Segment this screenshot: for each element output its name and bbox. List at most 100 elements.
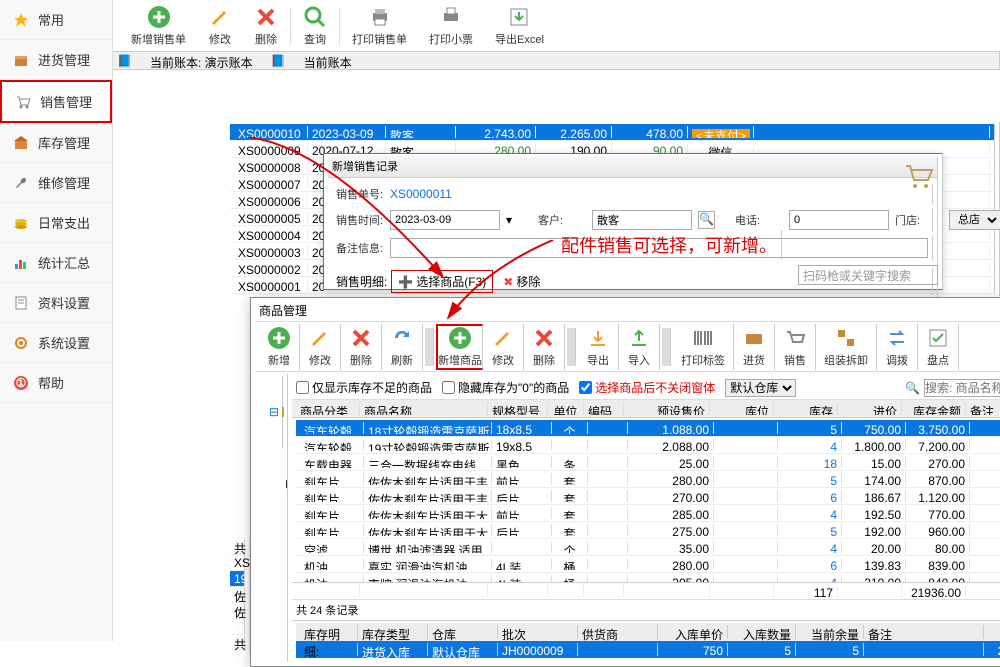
tree-item[interactable]: ⊟全部分类 (263, 376, 283, 448)
删除-button[interactable]: 删除 (524, 324, 565, 370)
edit-button[interactable]: 修改 (198, 3, 242, 49)
totals-row: 11721936.00 (292, 582, 1000, 599)
sidebar-item-sales[interactable]: 销售管理 (0, 80, 112, 123)
sidebar-item-expense[interactable]: 日常支出 (0, 203, 112, 243)
x-small-icon: ✖ (503, 275, 513, 289)
customer-label: 客户: (538, 212, 586, 228)
refresh-icon (390, 326, 414, 350)
sidebar-label: 库存管理 (38, 133, 90, 152)
plus-small-icon: ➕ (398, 275, 413, 289)
tree-item[interactable]: ⊟汽车用品 (263, 448, 288, 520)
x-icon (532, 326, 556, 350)
product-mgmt-dialog: 商品管理 — ☐ ✕ 新增修改删除刷新新增商品修改删除导出导入打印标签进货销售组… (250, 297, 1000, 667)
修改-button[interactable]: 修改 (483, 324, 524, 370)
store-label: 门店: (895, 212, 943, 228)
进货-button[interactable]: 进货 (734, 324, 775, 370)
product-row[interactable]: 空滤博世 机油滤清器 适用...个35.00420.0080.00 (296, 539, 1000, 556)
销售-button[interactable]: 销售 (775, 324, 816, 370)
chk-keepopen[interactable]: 选择商品后不关闭窗体 (579, 379, 715, 396)
product-row[interactable]: 汽车轮毂18寸轮毂锻造雷克萨斯...18x8.5个1,088.005750.00… (296, 420, 1000, 437)
product-row[interactable]: 刹车片佐佐木刹车片适用于大...前片套285.004192.50770.00 (296, 505, 1000, 522)
sidebar: 常用 进货管理 销售管理 库存管理 维修管理 日常支出 统计汇总 资料设置 系统… (0, 0, 113, 641)
export-excel-button[interactable]: 导出Excel (485, 3, 554, 49)
scan-search-input[interactable]: 扫码枪或关键字搜索 (798, 265, 938, 285)
filter-row: 仅显示库存不足的商品 隐藏库存为"0"的商品 选择商品后不关闭窗体 默认仓库 🔍… (292, 376, 1000, 400)
lookup-icon[interactable]: 🔍 (698, 211, 715, 229)
status-icon: 📘 (117, 54, 132, 67)
product-row[interactable]: 机油壳牌 润滑油汽机油4L装桶305.004210.00840.00 (296, 573, 1000, 582)
wrench-icon (12, 174, 30, 192)
box-icon (12, 51, 30, 69)
svg-text:①: ① (16, 376, 27, 390)
dialog2-titlebar: 商品管理 — ☐ ✕ (255, 300, 1000, 322)
in-icon (742, 326, 766, 350)
background-rows: 共XS19佐佐共 (226, 537, 250, 653)
chk-hidezero[interactable]: 隐藏库存为"0"的商品 (442, 379, 569, 396)
order-no-value: XS0000011 (390, 187, 452, 201)
sale-time-input[interactable] (390, 210, 500, 230)
sidebar-label: 系统设置 (38, 333, 90, 352)
stock-detail-header: 库存明细: 库存类型仓库批次供货商入库单价入库数量当前余量备注日期 (296, 623, 1000, 641)
sidebar-item-data[interactable]: 资料设置 (0, 283, 112, 323)
sale-icon (783, 326, 807, 350)
delete-button[interactable]: 删除 (244, 3, 288, 49)
sidebar-label: 维修管理 (38, 173, 90, 192)
删除-button[interactable]: 删除 (341, 324, 382, 370)
store-select[interactable]: 总店 (949, 210, 1000, 230)
plus-icon (267, 326, 291, 350)
导入-button[interactable]: 导入 (619, 324, 660, 370)
stock-detail-row[interactable]: 进货入库默认仓库JH0000009750552020-07-07 (296, 641, 1000, 658)
sidebar-item-stats[interactable]: 统计汇总 (0, 243, 112, 283)
status-version: 当前账本: 演示账本 (150, 54, 253, 67)
customer-input[interactable] (592, 210, 692, 230)
select-product-button[interactable]: ➕选择商品(F3) (391, 270, 493, 293)
sidebar-item-common[interactable]: 常用 (0, 0, 112, 40)
sidebar-item-repair[interactable]: 维修管理 (0, 163, 112, 203)
盘点-button[interactable]: 盘点 (918, 324, 959, 370)
phone-input[interactable] (789, 210, 889, 230)
search-button[interactable]: 查询 (293, 3, 337, 49)
新增商品-button[interactable]: 新增商品 (436, 324, 483, 370)
tree-item[interactable]: 汽车装饰 (263, 520, 288, 592)
remove-button[interactable]: ✖移除 (497, 271, 546, 292)
record-count: 共 24 条记录 (292, 599, 1000, 620)
print-button[interactable]: 打印销售单 (342, 3, 417, 49)
组装拆卸-button[interactable]: 组装拆卸 (816, 324, 877, 370)
sidebar-item-purchase[interactable]: 进货管理 (0, 40, 112, 80)
product-row[interactable]: 刹车片佐佐木刹车片适用于丰...前片套280.005174.00870.00 (296, 471, 1000, 488)
product-row[interactable]: 机油嘉实 润滑油汽机油4L装桶280.006139.83839.00 (296, 556, 1000, 573)
调拨-button[interactable]: 调拨 (877, 324, 918, 370)
product-search-input[interactable] (924, 379, 1000, 397)
sidebar-label: 日常支出 (38, 213, 90, 232)
sidebar-item-help[interactable]: ① 帮助 (0, 363, 112, 403)
product-row[interactable]: 刹车片佐佐木刹车片适用于大...后片套275.005192.00960.00 (296, 522, 1000, 539)
sales-table-header: 单号 销售时间 XS00000102023-03-09散客2,743.002,2… (113, 52, 1000, 70)
gear-icon (12, 334, 30, 352)
sidebar-label: 帮助 (38, 373, 64, 392)
product-row[interactable]: 车载电器三合一数据线充电线黑色条25.001815.00270.00 (296, 454, 1000, 471)
warehouse-select[interactable]: 默认仓库 (725, 379, 796, 397)
product-row[interactable]: 刹车片佐佐木刹车片适用于丰...后片套270.006186.671,120.00 (296, 488, 1000, 505)
修改-button[interactable]: 修改 (300, 324, 341, 370)
pencil-icon (491, 326, 515, 350)
star-icon (12, 11, 30, 29)
print-receipt-button[interactable]: 打印小票 (419, 3, 483, 49)
刷新-button[interactable]: 刷新 (382, 324, 423, 370)
打印标签-button[interactable]: 打印标签 (673, 324, 734, 370)
detail-label: 销售明细: (336, 273, 387, 290)
sidebar-item-system[interactable]: 系统设置 (0, 323, 112, 363)
product-row[interactable]: 汽车轮毂19寸轮毂锻造雷克萨斯...19x8.52,088.0041,800.0… (296, 437, 1000, 454)
calendar-icon[interactable]: ▾ (506, 213, 512, 227)
add-sale-button[interactable]: 新增销售单 (121, 3, 196, 49)
新增-button[interactable]: 新增 (259, 324, 300, 370)
sidebar-item-inventory[interactable]: 库存管理 (0, 123, 112, 163)
pencil-icon (208, 5, 232, 29)
search-icon: 🔍 (905, 381, 920, 395)
tree-item[interactable]: 车载电器 (263, 592, 288, 662)
sidebar-label: 销售管理 (40, 92, 92, 111)
sales-row[interactable]: XS00000102023-03-09散客2,743.002,265.00478… (230, 124, 995, 141)
chk-lowstock[interactable]: 仅显示库存不足的商品 (296, 379, 432, 396)
category-tree: ⊟全部分类⊟汽车用品汽车装饰车载电器⊟汽车配件汽车轮毂⊟维修保养刹车片机油空滤 (259, 374, 288, 662)
导出-button[interactable]: 导出 (578, 324, 619, 370)
product-table-body: 汽车轮毂18寸轮毂锻造雷克萨斯...18x8.5个1,088.005750.00… (292, 418, 1000, 582)
